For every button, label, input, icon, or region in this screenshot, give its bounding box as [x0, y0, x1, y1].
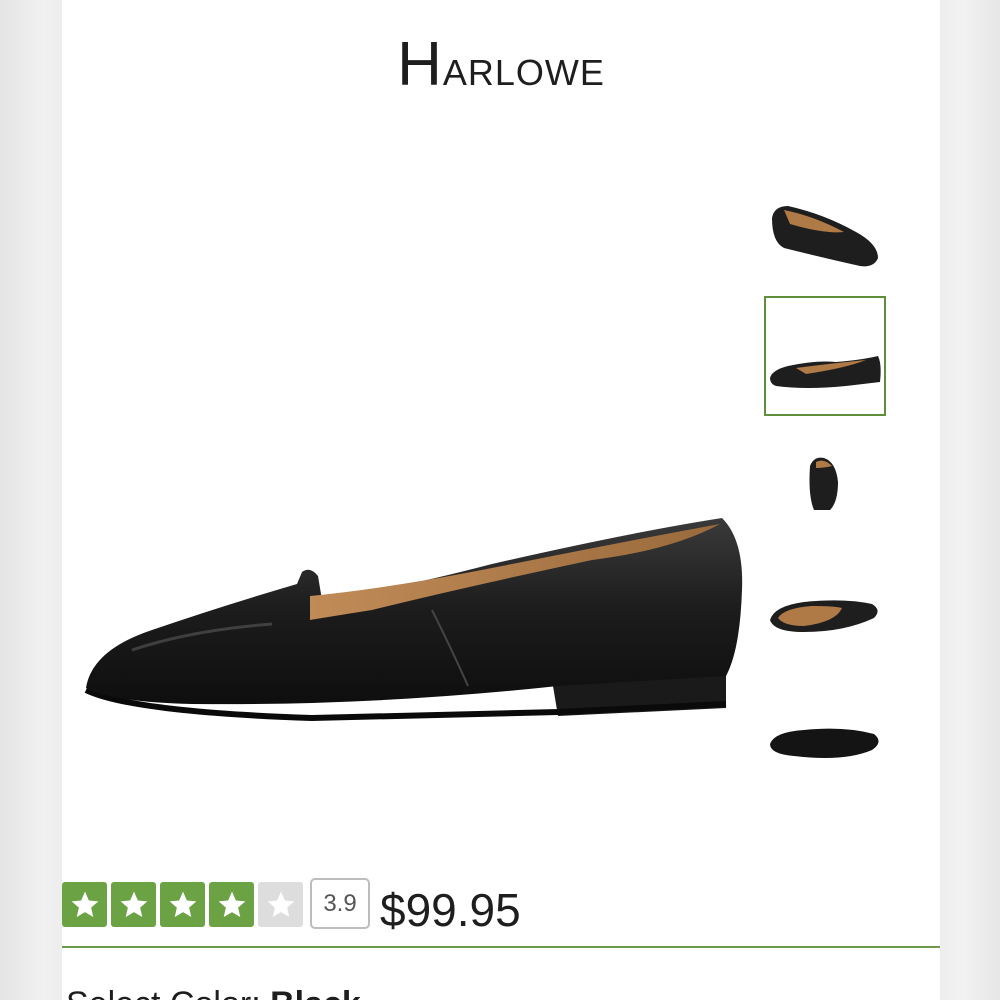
thumbnail-sole-image [770, 728, 879, 758]
main-product-image[interactable] [72, 480, 762, 740]
thumbnail-back[interactable] [764, 426, 886, 546]
product-page: Harlowe 3.9 $99.95 [62, 0, 940, 1000]
rating-price-row: 3.9 $99.95 [62, 878, 940, 938]
star-icon-full[interactable] [62, 882, 107, 927]
thumbnail-angled-image [772, 206, 878, 267]
product-price: $99.95 [380, 884, 521, 936]
thumbnail-top-image [770, 600, 878, 632]
thumbnail-side[interactable] [764, 296, 886, 416]
star-icon-empty[interactable] [258, 882, 303, 927]
thumbnail-sole[interactable] [764, 686, 886, 806]
thumbnail-side-image [770, 356, 881, 388]
star-icon-full[interactable] [209, 882, 254, 927]
color-selector-label: Select Color: [66, 985, 270, 1000]
left-margin [0, 0, 62, 1000]
rating-value-badge[interactable]: 3.9 [310, 878, 370, 929]
star-icon-full[interactable] [160, 882, 205, 927]
thumbnail-angled[interactable] [764, 178, 886, 298]
thumbnail-top[interactable] [764, 556, 886, 676]
right-margin [940, 0, 1000, 1000]
product-title-initial: H [397, 30, 443, 99]
star-icon-full[interactable] [111, 882, 156, 927]
color-selected-value: Black [270, 985, 361, 1000]
product-title-rest: arlowe [442, 39, 605, 97]
thumbnail-back-image [809, 457, 838, 510]
divider [62, 946, 940, 948]
product-title: Harlowe [62, 22, 940, 109]
color-selector[interactable]: Select Color: Black [66, 984, 361, 1000]
